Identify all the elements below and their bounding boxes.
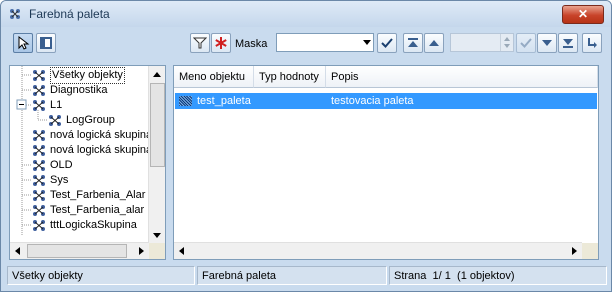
tree-item-label: OLD bbox=[50, 159, 73, 171]
tree-item-label: L1 bbox=[50, 99, 63, 111]
title-bar[interactable]: Farebná paleta ✕ bbox=[1, 1, 611, 27]
grid-horizontal-scrollbar[interactable] bbox=[174, 242, 582, 259]
window-title: Farebná paleta bbox=[29, 7, 110, 21]
previous-page-button[interactable] bbox=[424, 33, 444, 53]
chevron-down-icon[interactable] bbox=[363, 40, 371, 45]
status-object-type: Farebná paleta bbox=[197, 266, 387, 285]
table-row[interactable]: test_paleta testovacia paleta bbox=[175, 93, 597, 109]
column-header[interactable]: Popis bbox=[326, 66, 598, 88]
mask-label: Maska bbox=[235, 38, 268, 50]
close-icon: ✕ bbox=[577, 7, 589, 21]
filter-button[interactable] bbox=[190, 33, 210, 53]
checkmark-icon bbox=[520, 38, 532, 48]
refresh-button[interactable] bbox=[582, 33, 602, 53]
tree-horizontal-scrollbar[interactable] bbox=[10, 242, 149, 259]
page-indicator: 1/ 1 bbox=[432, 270, 451, 282]
tree-item-label: Všetky objekty bbox=[50, 67, 125, 84]
page-spinner[interactable] bbox=[500, 34, 513, 51]
last-page-button[interactable] bbox=[558, 33, 578, 53]
cell-description: testovacia paleta bbox=[331, 95, 414, 107]
mask-combobox[interactable] bbox=[276, 33, 374, 52]
scroll-right-icon[interactable] bbox=[572, 247, 577, 255]
tree-item-label: LogGroup bbox=[66, 114, 115, 126]
refresh-arrow-icon bbox=[588, 38, 597, 48]
page-number-input[interactable] bbox=[450, 33, 514, 52]
page-label: Strana bbox=[394, 270, 427, 282]
tree-item-label: tttLogickaSkupina bbox=[50, 219, 137, 231]
logical-group-icon bbox=[33, 85, 45, 96]
status-paging: Strana 1/ 1 (1 objektov) bbox=[389, 266, 607, 285]
tree-vertical-scrollbar[interactable] bbox=[148, 66, 165, 244]
status-bar: Všetky objekty Farebná paleta Strana 1/ … bbox=[5, 266, 607, 288]
tree-item-label: Sys bbox=[50, 174, 69, 186]
tree-horizontal-thumb[interactable] bbox=[27, 244, 127, 258]
tree-item-label: nová logická skupina bbox=[50, 144, 153, 156]
object-count: (1 objektov) bbox=[457, 270, 515, 282]
palette-row-icon bbox=[179, 96, 192, 106]
object-group-tree[interactable]: Všetky objekty Diagnostika L1 LogGroup nová … bbox=[9, 65, 166, 260]
first-page-icon bbox=[408, 38, 418, 47]
palette-window-icon bbox=[10, 9, 20, 19]
logical-group-icon bbox=[33, 220, 45, 231]
scrollbar-corner bbox=[582, 243, 598, 259]
scroll-down-icon[interactable] bbox=[153, 233, 161, 238]
cell-object-name: test_paleta bbox=[197, 95, 251, 107]
select-mode-button[interactable] bbox=[13, 33, 33, 53]
logical-group-icon bbox=[33, 130, 45, 141]
logical-group-icon bbox=[33, 145, 45, 156]
checkmark-icon bbox=[381, 38, 393, 48]
tree-vertical-thumb[interactable] bbox=[150, 83, 165, 167]
open-book-button[interactable] bbox=[36, 33, 56, 53]
tree-item-label: Test_Farbenia_alar bbox=[50, 204, 145, 216]
logical-group-icon bbox=[33, 190, 45, 201]
go-to-page-button[interactable] bbox=[516, 33, 536, 53]
book-icon bbox=[40, 37, 52, 49]
tree-item-label: Test_Farbenia_Alar bbox=[50, 189, 146, 201]
logical-group-icon bbox=[49, 115, 61, 126]
scroll-left-icon[interactable] bbox=[179, 247, 184, 255]
mask-asterisk-button[interactable] bbox=[211, 33, 231, 53]
logical-group-icon bbox=[33, 175, 45, 186]
arrow-up-icon bbox=[429, 40, 439, 46]
column-header[interactable]: Typ hodnoty bbox=[254, 66, 326, 88]
arrow-down-icon bbox=[542, 40, 552, 46]
logical-group-icon bbox=[33, 205, 45, 216]
scrollbar-corner bbox=[149, 243, 165, 259]
asterisk-icon bbox=[215, 37, 227, 49]
close-button[interactable]: ✕ bbox=[562, 5, 604, 24]
next-page-button[interactable] bbox=[537, 33, 557, 53]
cursor-arrow-icon bbox=[18, 36, 30, 50]
scroll-up-icon[interactable] bbox=[153, 72, 161, 77]
objects-grid[interactable]: Meno objektu Typ hodnoty Popis test_paleta… bbox=[173, 65, 599, 260]
palette-window: Farebná paleta ✕ Maska Všetky objekty Di… bbox=[0, 0, 612, 292]
logical-group-icon bbox=[33, 160, 45, 171]
apply-mask-button[interactable] bbox=[377, 33, 397, 53]
last-page-icon bbox=[563, 39, 573, 48]
logical-group-icon bbox=[33, 70, 45, 81]
first-page-button[interactable] bbox=[403, 33, 423, 53]
logical-group-icon bbox=[33, 100, 45, 111]
toolbar: Maska bbox=[5, 30, 607, 58]
scroll-right-icon[interactable] bbox=[139, 247, 144, 255]
tree-item-label: nová logická skupina bbox=[50, 129, 153, 141]
scroll-left-icon[interactable] bbox=[15, 247, 20, 255]
tree-item-label: Diagnostika bbox=[50, 84, 108, 96]
funnel-icon bbox=[193, 37, 207, 49]
column-header[interactable]: Meno objektu bbox=[174, 66, 254, 88]
status-current-group: Všetky objekty bbox=[7, 266, 195, 285]
